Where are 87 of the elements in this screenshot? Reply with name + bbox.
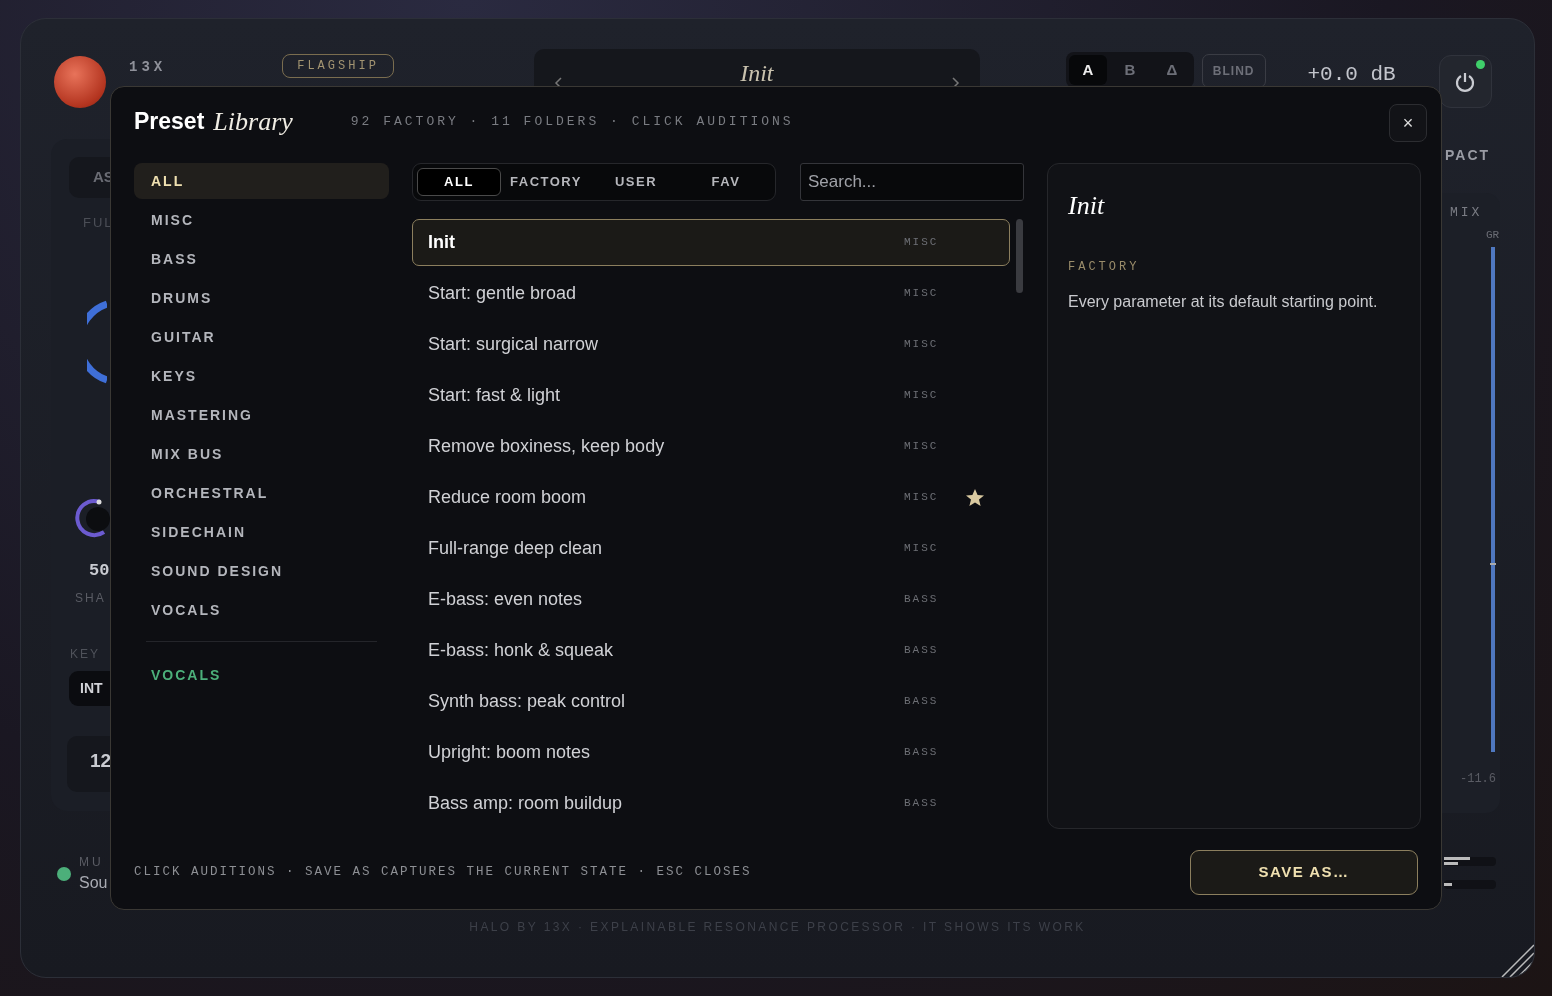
- preset-row[interactable]: Remove boxiness, keep body MISC: [412, 423, 1010, 470]
- preset-row[interactable]: E-bass: honk & squeak BASS: [412, 627, 1010, 674]
- folder-item[interactable]: MISC: [134, 202, 389, 238]
- status-label: MU: [79, 854, 105, 871]
- preset-title: Init: [1068, 190, 1106, 222]
- scrollbar[interactable]: [1016, 219, 1023, 293]
- previous-icon: [553, 77, 562, 89]
- preset-tag: BASS: [904, 642, 956, 659]
- preset-tag: MISC: [904, 387, 956, 404]
- preset-name: Remove boxiness, keep body: [428, 435, 666, 458]
- preset-name: Reduce room boom: [428, 486, 588, 509]
- folder-item[interactable]: MASTERING: [134, 397, 389, 433]
- edition-badge: FLAGSHIP: [282, 54, 394, 78]
- preset-name: Start: gentle broad: [428, 282, 578, 305]
- mix-label: MIX: [1450, 204, 1483, 222]
- impact-tab[interactable]: PACT: [1445, 145, 1491, 166]
- preset-name: E-bass: even notes: [428, 588, 584, 611]
- folder-item[interactable]: VOCALS: [134, 592, 389, 628]
- gr-readout: -11.6: [1460, 771, 1496, 788]
- preset-name: E-bass: honk & squeak: [428, 639, 615, 662]
- folder-item[interactable]: KEYS: [134, 358, 389, 394]
- preset-name: Upright: boom notes: [428, 741, 592, 764]
- preset-tag: MISC: [904, 234, 956, 251]
- preset-tag: MISC: [904, 540, 956, 557]
- next-icon: [951, 77, 960, 89]
- preset-row[interactable]: E-bass: even notes BASS: [412, 576, 1010, 623]
- preset-row[interactable]: Synth bass: peak control BASS: [412, 678, 1010, 725]
- library-summary: 92 FACTORY · 11 FOLDERS · CLICK AUDITIONS: [350, 113, 794, 132]
- hint-text: CLICK AUDITIONS · SAVE AS CAPTURES THE CURRENT STATE · ESC CLOSES: [134, 864, 752, 882]
- mini-sliders-drawing: [1444, 857, 1496, 889]
- preset-tag: BASS: [904, 693, 956, 710]
- power-button[interactable]: [1438, 55, 1492, 108]
- preset-description: Every parameter at its default starting point.: [1068, 292, 1379, 312]
- folder-item[interactable]: SOUND DESIGN: [134, 553, 389, 589]
- folder-item[interactable]: ALL: [134, 163, 389, 199]
- preset-name: Synth bass: peak control: [428, 690, 627, 713]
- preset-name: Bass amp: room buildup: [428, 792, 624, 815]
- preset-tag: BASS: [904, 795, 956, 812]
- logo-icon: [54, 56, 106, 108]
- folder-item[interactable]: GUITAR: [134, 319, 389, 355]
- preset-row[interactable]: Upright: boom notes BASS: [412, 729, 1010, 776]
- preset-name: Init: [428, 231, 456, 254]
- preset-row[interactable]: Bass amp: room buildup BASS: [412, 780, 1010, 827]
- preset-tag: MISC: [904, 336, 956, 353]
- preset-name: Start: surgical narrow: [428, 333, 600, 356]
- filter-tab[interactable]: USER: [591, 168, 681, 196]
- knob-value: 50: [89, 560, 110, 582]
- preset-tag: MISC: [904, 285, 956, 302]
- folder-item[interactable]: DRUMS: [134, 280, 389, 316]
- ab-toggle[interactable]: B: [1110, 55, 1149, 85]
- preset-row[interactable]: Start: surgical narrow MISC: [412, 321, 1010, 368]
- folder-item[interactable]: SIDECHAIN: [134, 514, 389, 550]
- preset-name: Start: fast & light: [428, 384, 562, 407]
- folder-item[interactable]: MIX BUS: [134, 436, 389, 472]
- preset-tag: BASS: [904, 591, 956, 608]
- preset-tag: BASS: [904, 744, 956, 761]
- modal-title: Preset: [134, 106, 205, 136]
- preset-row[interactable]: Full-range deep clean MISC: [412, 525, 1010, 572]
- gr-label: GR: [1486, 227, 1500, 243]
- preset-row[interactable]: Start: fast & light MISC: [412, 372, 1010, 419]
- filter-tab[interactable]: FAV: [681, 168, 771, 196]
- save-as-button[interactable]: SAVE AS…: [1190, 850, 1418, 895]
- ab-toggle[interactable]: A: [1068, 55, 1107, 85]
- power-icon: [1454, 70, 1477, 93]
- modal-title-emphasis: Library: [213, 105, 293, 138]
- status-text: Sou: [79, 873, 108, 893]
- knob-arc-icon: [87, 300, 107, 384]
- knob-label: SHA: [75, 589, 106, 607]
- key-option[interactable]: INT: [69, 670, 111, 706]
- preset-row[interactable]: Start: gentle broad MISC: [412, 270, 1010, 317]
- preset-row[interactable]: Reduce room boom MISC: [412, 474, 1010, 521]
- preset-name: Full-range deep clean: [428, 537, 604, 560]
- preset-row[interactable]: Init MISC: [412, 219, 1010, 266]
- search-field[interactable]: Search...: [800, 163, 1024, 201]
- preset-tag: MISC: [904, 489, 956, 506]
- close-button[interactable]: ×: [1389, 104, 1427, 142]
- brand-label: 13X: [129, 58, 167, 77]
- filter-tab[interactable]: ALL: [417, 168, 501, 196]
- folder-item[interactable]: ORCHESTRAL: [134, 475, 389, 511]
- preset-source: FACTORY: [1068, 259, 1141, 276]
- folder-item[interactable]: VOCALS: [134, 657, 389, 693]
- preset-tag: MISC: [904, 438, 956, 455]
- threshold-readout: 12: [67, 735, 111, 792]
- ab-toggle[interactable]: Δ: [1152, 55, 1191, 85]
- output-gain-readout: +0.0 dB: [1307, 62, 1396, 88]
- folder-item[interactable]: BASS: [134, 241, 389, 277]
- filter-tab[interactable]: FACTORY: [501, 168, 591, 196]
